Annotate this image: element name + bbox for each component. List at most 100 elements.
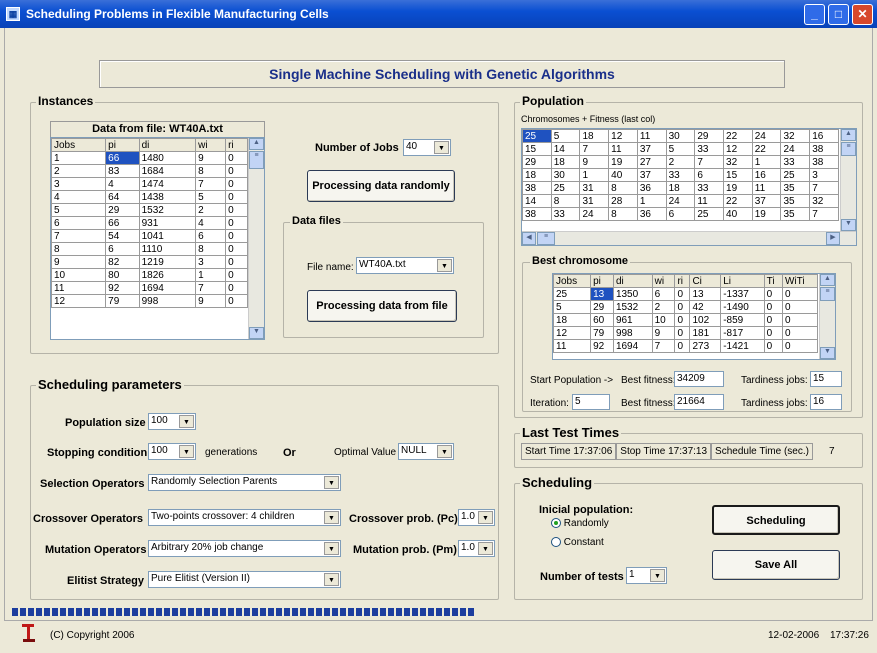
- mutation-prob-select[interactable]: 1.0 ▼: [458, 540, 495, 557]
- chevron-down-icon[interactable]: ▼: [324, 476, 339, 489]
- maximize-button[interactable]: □: [828, 4, 849, 25]
- table-row[interactable]: 29 18 9 19 27 2 7 32 1 33 38: [522, 155, 839, 169]
- chevron-down-icon[interactable]: ▼: [179, 445, 194, 458]
- table-row[interactable]: 14 8 31 28 1 24 11 22 37 35 32: [522, 194, 839, 208]
- grid-cell: 29: [694, 129, 725, 143]
- table-cell: 7: [195, 177, 227, 191]
- best-scrollbar[interactable]: ▲ ≡ ▼: [819, 274, 835, 359]
- table-row[interactable]: 12 79 998 9 0 181 -817 0 0: [553, 326, 819, 340]
- chevron-down-icon[interactable]: ▼: [324, 511, 339, 524]
- elitist-select[interactable]: Pure Elitist (Version II) ▼: [148, 571, 341, 588]
- table-row[interactable]: 4 64 1438 5 0: [51, 190, 248, 204]
- scroll-down-icon[interactable]: ▼: [820, 347, 835, 359]
- table-cell: 0: [225, 229, 248, 243]
- grid-cell: 25: [694, 207, 725, 221]
- grid-cell: 29: [522, 155, 552, 169]
- scroll-up-icon[interactable]: ▲: [820, 274, 835, 286]
- chevron-down-icon[interactable]: ▼: [324, 542, 339, 555]
- table-row[interactable]: 25 5 18 12 11 30 29 22 24 32 16: [522, 129, 839, 143]
- table-row[interactable]: 15 14 7 11 37 5 33 12 22 24 38: [522, 142, 839, 156]
- grid-cell: 18: [579, 129, 610, 143]
- table-cell: 1684: [138, 164, 197, 178]
- table-row[interactable]: 6 66 931 4 0: [51, 216, 248, 230]
- table-row[interactable]: 2 83 1684 8 0: [51, 164, 248, 178]
- chevron-down-icon[interactable]: ▼: [478, 511, 493, 524]
- table-row[interactable]: 5 29 1532 2 0: [51, 203, 248, 217]
- crossover-prob-select[interactable]: 1.0 ▼: [458, 509, 495, 526]
- instances-table: Jobs pi di wi ri 1 66 1480 9 0 2 83 1684 8 0 3 4 1474 7 0 4…: [51, 138, 248, 308]
- iter-tardiness-field[interactable]: 16: [810, 394, 842, 410]
- population-scrollbar[interactable]: ▲ ≡ ▼: [840, 129, 856, 231]
- chevron-down-icon[interactable]: ▼: [324, 573, 339, 586]
- constant-radio[interactable]: Constant: [551, 537, 604, 548]
- chevron-down-icon[interactable]: ▼: [434, 141, 449, 154]
- save-all-button[interactable]: Save All: [712, 550, 840, 580]
- table-row[interactable]: 18 60 961 10 0 102 -859 0 0: [553, 313, 819, 327]
- grid-cell: 14: [522, 194, 552, 208]
- grid-cell: 14: [550, 142, 581, 156]
- table-row[interactable]: 8 6 1110 8 0: [51, 242, 248, 256]
- table-row[interactable]: 5 29 1532 2 0 42 -1490 0 0: [553, 300, 819, 314]
- selection-select[interactable]: Randomly Selection Parents ▼: [148, 474, 341, 491]
- table-row[interactable]: 9 82 1219 3 0: [51, 255, 248, 269]
- start-tardiness-field[interactable]: 15: [810, 371, 842, 387]
- chevron-down-icon[interactable]: ▼: [650, 569, 665, 582]
- scroll-right-icon[interactable]: ▶: [826, 232, 840, 245]
- radio-checked-icon[interactable]: [551, 518, 561, 529]
- table-row[interactable]: 12 79 998 9 0: [51, 294, 248, 308]
- scroll-left-icon[interactable]: ◀: [522, 232, 536, 245]
- grid-cell: 7: [694, 155, 725, 169]
- best-chromosome-table: Jobs pi di wi ri Ci Li Ti WiTi 25 13 1350 6 0 13 -1337…: [553, 274, 819, 353]
- scroll-up-icon[interactable]: ▲: [841, 129, 856, 141]
- grid-cell: 28: [608, 194, 638, 208]
- process-random-button[interactable]: Processing data randomly: [307, 170, 455, 202]
- scroll-thumb[interactable]: ≡: [841, 142, 856, 156]
- table-row[interactable]: 18 30 1 40 37 33 6 15 16 25 3: [522, 168, 839, 182]
- randomly-radio[interactable]: Randomly: [551, 518, 609, 529]
- mutation-select[interactable]: Arbitrary 20% job change ▼: [148, 540, 341, 557]
- table-row[interactable]: 3 4 1474 7 0: [51, 177, 248, 191]
- table-cell: 6: [651, 287, 676, 301]
- close-button[interactable]: ✕: [852, 4, 873, 25]
- grid-cell: 38: [522, 181, 552, 195]
- table-row[interactable]: 11 92 1694 7 0: [51, 281, 248, 295]
- scroll-thumb[interactable]: ≡: [249, 151, 264, 169]
- chevron-down-icon[interactable]: ▼: [437, 445, 452, 458]
- minimize-button[interactable]: _: [804, 4, 825, 25]
- iteration-field[interactable]: 5: [572, 394, 610, 410]
- scroll-thumb[interactable]: ≡: [820, 287, 835, 301]
- file-name-select[interactable]: WT40A.txt ▼: [356, 257, 454, 274]
- iter-best-fitness-field[interactable]: 21664: [674, 394, 724, 410]
- num-tests-select[interactable]: 1 ▼: [626, 567, 667, 584]
- population-hscrollbar[interactable]: ◀ ≡ ▶: [522, 231, 856, 245]
- chevron-down-icon[interactable]: ▼: [478, 542, 493, 555]
- scroll-down-icon[interactable]: ▼: [841, 219, 856, 231]
- start-best-fitness-field[interactable]: 34209: [674, 371, 724, 387]
- chevron-down-icon[interactable]: ▼: [437, 259, 452, 272]
- table-row[interactable]: 38 25 31 8 36 18 33 19 11 35 7: [522, 181, 839, 195]
- crossover-select[interactable]: Two-points crossover: 4 children ▼: [148, 509, 341, 526]
- population-label: Population: [520, 94, 586, 108]
- instances-scrollbar[interactable]: ▲ ≡ ▼: [248, 138, 264, 339]
- population-size-select[interactable]: 100 ▼: [148, 413, 196, 430]
- table-row[interactable]: 10 80 1826 1 0: [51, 268, 248, 282]
- table-cell: 1826: [138, 268, 197, 282]
- scroll-up-icon[interactable]: ▲: [249, 138, 264, 150]
- mutation-prob-label: Mutation prob. (Pm): [353, 544, 457, 556]
- scroll-down-icon[interactable]: ▼: [249, 327, 264, 339]
- table-row[interactable]: 11 92 1694 7 0 273 -1421 0 0: [553, 339, 819, 353]
- scheduling-button[interactable]: Scheduling: [712, 505, 840, 535]
- process-file-button[interactable]: Processing data from file: [307, 290, 457, 322]
- table-cell: 54: [105, 229, 140, 243]
- optimal-select[interactable]: NULL ▼: [398, 443, 454, 460]
- table-row[interactable]: 38 33 24 8 36 6 25 40 19 35 7: [522, 207, 839, 221]
- num-jobs-select[interactable]: 40 ▼: [403, 139, 451, 156]
- radio-unchecked-icon[interactable]: [551, 537, 561, 548]
- stopping-select[interactable]: 100 ▼: [148, 443, 196, 460]
- hscroll-thumb[interactable]: ≡: [537, 232, 555, 245]
- grid-cell: 33: [694, 142, 725, 156]
- table-row[interactable]: 7 54 1041 6 0: [51, 229, 248, 243]
- table-row[interactable]: 25 13 1350 6 0 13 -1337 0 0: [553, 287, 819, 301]
- table-row[interactable]: 1 66 1480 9 0: [51, 151, 248, 165]
- chevron-down-icon[interactable]: ▼: [179, 415, 194, 428]
